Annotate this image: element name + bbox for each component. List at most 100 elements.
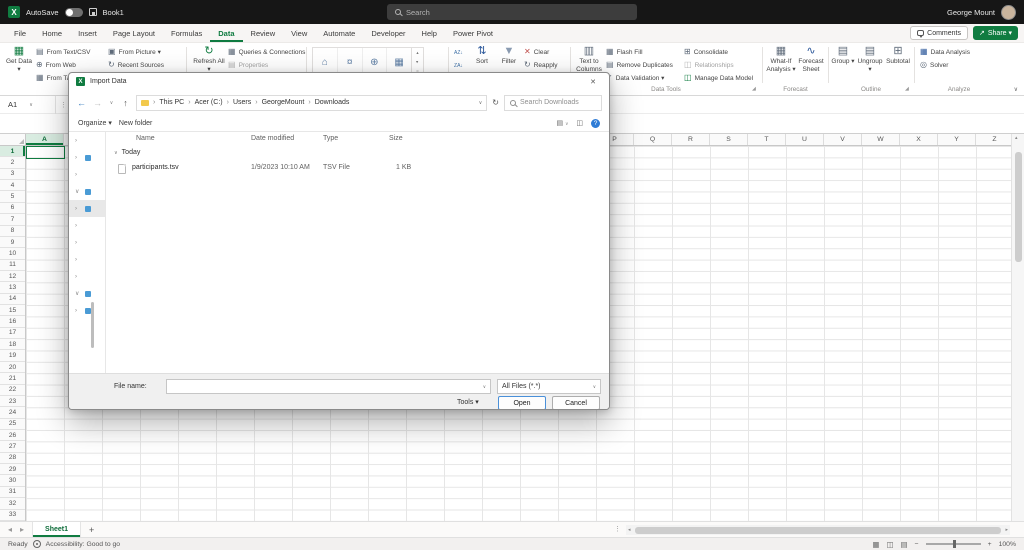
scroll-up-icon[interactable] [1015,135,1018,141]
tree-chevron-icon[interactable]: › [75,240,81,246]
tree-item[interactable]: ∨ [69,183,105,200]
horizontal-scroll-thumb[interactable] [635,527,1002,534]
file-row[interactable]: participants.tsv 1/9/2023 10:10 AM TSV F… [106,161,605,175]
zoom-level[interactable]: 100% [999,541,1016,548]
row-header[interactable]: 9 [0,237,25,248]
row-header[interactable]: 15 [0,305,25,316]
get-data-button[interactable]: Get Data ▾ [4,45,34,74]
address-bar[interactable]: This PCAcer (C:)UsersGeorgeMountDownload… [136,95,487,111]
accessibility-status[interactable]: Accessibility: Good to go [46,541,120,548]
subtotal-button[interactable]: Subtotal [885,45,911,66]
row-header[interactable]: 21 [0,373,25,384]
tree-chevron-icon[interactable]: ∨ [75,188,81,195]
sort-ascending-button[interactable]: AZ↓ [450,47,467,58]
tree-chevron-icon[interactable]: › [75,138,81,144]
column-header[interactable]: Y [938,134,976,145]
dialog-title-bar[interactable]: X Import Data [69,73,609,90]
consolidate-button[interactable]: Consolidate [684,46,728,58]
ribbon-tab[interactable]: View [283,24,315,42]
address-dropdown-icon[interactable] [479,100,483,106]
file-type-select[interactable]: All Files (*.*) [497,379,601,394]
tree-chevron-icon[interactable]: › [75,206,81,212]
file-name-caret-icon[interactable] [483,384,486,390]
solver-button[interactable]: Solver [920,59,948,71]
select-all-corner[interactable] [0,134,26,146]
page-break-view-icon[interactable] [901,540,908,549]
tree-item[interactable]: › [69,251,105,268]
row-header[interactable]: 1 [0,146,25,157]
vertical-scroll-thumb[interactable] [1015,152,1022,262]
zoom-slider[interactable] [926,543,981,545]
ribbon-tab[interactable]: Home [34,24,70,42]
data-analysis-button[interactable]: Data Analysis [920,46,970,58]
tree-chevron-icon[interactable]: › [75,223,81,229]
row-header[interactable]: 23 [0,396,25,407]
queries-connections-button[interactable]: Queries & Connections [228,46,305,58]
up-button[interactable] [120,98,131,108]
ribbon-tab[interactable]: Developer [363,24,413,42]
avatar[interactable] [1001,5,1016,20]
vertical-scrollbar[interactable] [1011,134,1024,521]
row-header[interactable]: 20 [0,362,25,373]
breadcrumb-item[interactable]: Users [223,99,252,106]
recent-sources-button[interactable]: Recent Sources [108,59,164,71]
scroll-right-icon[interactable] [1003,527,1010,533]
column-header[interactable]: Q [634,134,672,145]
breadcrumb-item[interactable]: Downloads [304,99,349,106]
horizontal-scrollbar[interactable] [626,525,1010,535]
open-button[interactable]: Open [498,396,546,410]
tools-button[interactable]: Tools ▾ [457,398,479,406]
organize-button[interactable]: Organize ▾ [78,119,112,127]
ribbon-tab[interactable]: Insert [70,24,105,42]
column-header-size[interactable]: Size [389,135,403,142]
manage-data-model-button[interactable]: Manage Data Model [684,72,753,84]
refresh-icon[interactable] [492,98,499,107]
tree-item[interactable]: ∨ [69,285,105,302]
outline-dialog-launcher[interactable]: ◢ [905,86,909,92]
zoom-out-button[interactable]: − [915,541,919,548]
row-header[interactable]: 30 [0,475,25,486]
back-button[interactable] [76,98,87,108]
column-header-date-modified[interactable]: Date modified [251,135,294,142]
file-name-input[interactable] [171,383,483,390]
tree-item[interactable]: › [69,132,105,149]
relationships-button[interactable]: Relationships [684,59,734,71]
tree-item[interactable]: › [69,200,105,217]
name-box[interactable]: A1 [0,96,56,114]
tree-item[interactable]: › [69,302,105,319]
row-header[interactable]: 31 [0,487,25,498]
breadcrumb-item[interactable]: GeorgeMount [251,99,304,106]
cancel-button[interactable]: Cancel [552,396,600,410]
history-dropdown-icon[interactable] [108,100,115,106]
tree-chevron-icon[interactable]: › [75,172,81,178]
refresh-all-button[interactable]: Refresh All ▾ [192,45,226,74]
scroll-left-icon[interactable] [626,527,633,533]
row-header[interactable]: 13 [0,282,25,293]
column-header[interactable]: A [26,134,64,145]
breadcrumb-item[interactable]: Acer (C:) [184,99,222,106]
row-header[interactable]: 4 [0,180,25,191]
tree-item[interactable]: › [69,166,105,183]
row-header[interactable]: 3 [0,169,25,180]
column-header[interactable]: V [824,134,862,145]
sort-button[interactable]: Sort [470,45,494,66]
row-header[interactable]: 17 [0,328,25,339]
sidebar-scroll-thumb[interactable] [91,302,94,348]
view-options-button[interactable] [557,119,569,127]
row-header[interactable]: 26 [0,430,25,441]
from-web-button[interactable]: From Web [36,59,76,71]
column-header[interactable]: Z [976,134,1011,145]
column-header-type[interactable]: Type [323,135,338,142]
save-icon[interactable] [89,8,97,16]
group-header-today[interactable]: Today [114,149,140,156]
from-picture-button[interactable]: From Picture ▾ [108,46,161,58]
what-if-analysis-button[interactable]: What-If Analysis ▾ [766,45,796,74]
tree-chevron-icon[interactable]: › [75,274,81,280]
ribbon-tab[interactable]: Formulas [163,24,210,42]
tree-item[interactable]: › [69,149,105,166]
comments-button[interactable]: Comments [910,26,968,40]
sheet-tab-sheet1[interactable]: Sheet1 [32,522,81,537]
filter-button[interactable]: Filter [496,45,522,66]
share-button[interactable]: ↗ Share ▾ [973,26,1018,40]
properties-button[interactable]: Properties [228,59,268,71]
